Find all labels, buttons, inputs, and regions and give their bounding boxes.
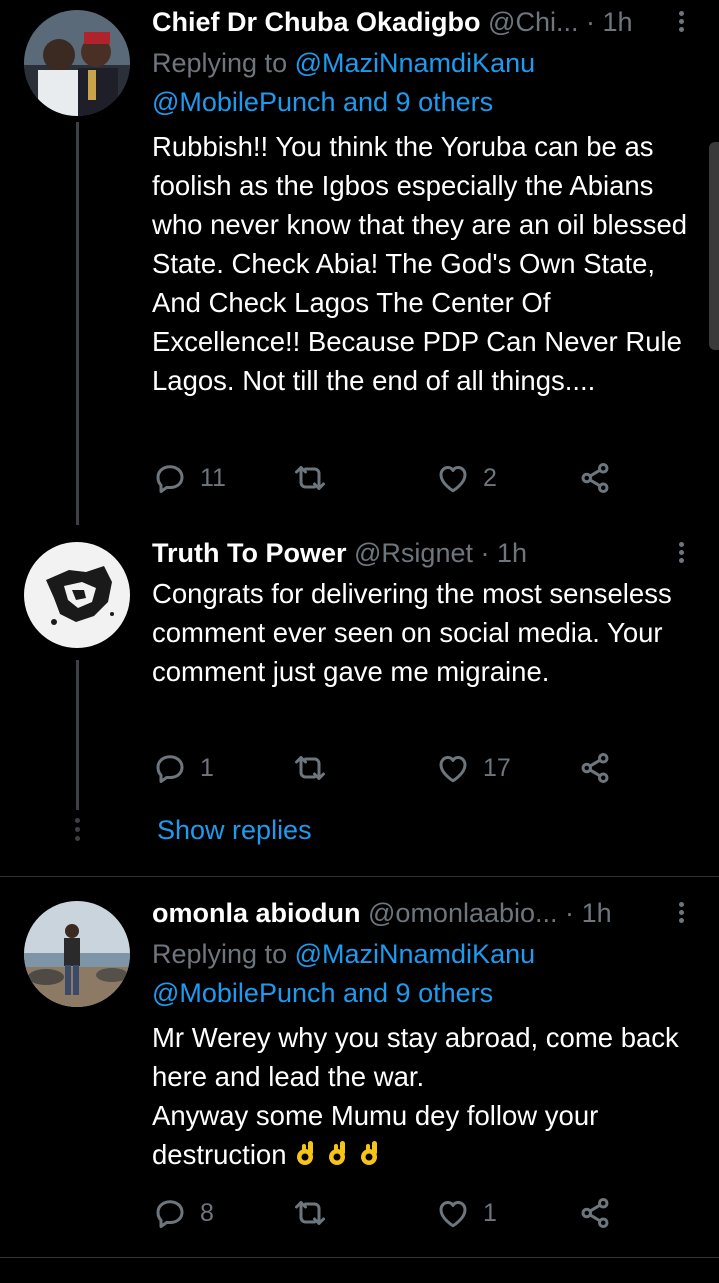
retweet-button[interactable] bbox=[292, 746, 340, 790]
tweet-2[interactable]: Truth To Power @Rsignet · 1h Congrats fo… bbox=[0, 520, 719, 876]
like-button[interactable]: 2 bbox=[435, 456, 497, 500]
divider bbox=[0, 1257, 719, 1258]
share-icon bbox=[581, 753, 609, 783]
thread-continuation-dots bbox=[75, 818, 80, 845]
thread-line bbox=[76, 660, 79, 810]
tweet-header: Chief Dr Chuba Okadigbo @Chi... · 1h bbox=[152, 2, 679, 42]
share-button[interactable] bbox=[577, 456, 613, 500]
timestamp[interactable]: 1h bbox=[582, 898, 612, 928]
timestamp[interactable]: 1h bbox=[603, 7, 633, 37]
separator-dot: · bbox=[480, 538, 490, 568]
heart-icon bbox=[439, 466, 467, 493]
tweet-3[interactable]: omonla abiodun @omonlaabio... · 1h Reply… bbox=[0, 877, 719, 1257]
replying-to: Replying to @MaziNnamdiKanu @MobilePunch… bbox=[152, 935, 692, 1013]
share-icon bbox=[581, 463, 609, 493]
timestamp[interactable]: 1h bbox=[497, 538, 527, 568]
avatar-image bbox=[24, 10, 130, 116]
author-handle[interactable]: @Chi... bbox=[488, 7, 578, 37]
retweet-icon bbox=[295, 1201, 325, 1225]
retweet-button[interactable] bbox=[292, 456, 340, 500]
author-name[interactable]: Chief Dr Chuba Okadigbo bbox=[152, 7, 481, 37]
reply-count: 8 bbox=[200, 1198, 214, 1227]
tweet-header: Truth To Power @Rsignet · 1h bbox=[152, 533, 679, 573]
tweet-text: Rubbish!! You think the Yoruba can be as… bbox=[152, 131, 688, 396]
share-icon bbox=[581, 1198, 609, 1228]
reply-count: 1 bbox=[200, 753, 214, 782]
avatar[interactable] bbox=[24, 542, 130, 648]
separator-dot: · bbox=[565, 898, 575, 928]
tweet-text-content: Mr Werey why you stay abroad, come back … bbox=[152, 1022, 679, 1170]
replying-to-label: Replying to bbox=[152, 48, 288, 78]
avatar[interactable] bbox=[24, 10, 130, 116]
more-vertical-icon[interactable] bbox=[673, 539, 689, 569]
separator-dot: · bbox=[585, 7, 595, 37]
like-button[interactable]: 1 bbox=[435, 1191, 497, 1235]
more-vertical-icon[interactable] bbox=[673, 8, 689, 38]
like-button[interactable]: 17 bbox=[435, 746, 511, 790]
like-count: 2 bbox=[483, 463, 497, 492]
retweet-icon bbox=[295, 466, 325, 490]
tweet-actions: 8 1 bbox=[152, 1191, 632, 1235]
retweet-icon bbox=[295, 756, 325, 780]
reply-button[interactable]: 8 bbox=[152, 1191, 214, 1235]
share-button[interactable] bbox=[577, 746, 613, 790]
tweet-text: Congrats for delivering the most sensele… bbox=[152, 578, 672, 687]
tweet-header: omonla abiodun @omonlaabio... · 1h bbox=[152, 893, 679, 933]
reply-icon bbox=[156, 465, 184, 493]
author-name[interactable]: omonla abiodun bbox=[152, 898, 361, 928]
tweet-1[interactable]: Chief Dr Chuba Okadigbo @Chi... · 1h Rep… bbox=[0, 0, 719, 525]
reply-button[interactable]: 1 bbox=[152, 746, 214, 790]
reply-handle-link[interactable]: @MaziNnamdiKanu bbox=[295, 48, 536, 78]
like-count: 17 bbox=[483, 753, 511, 782]
more-vertical-icon[interactable] bbox=[673, 899, 689, 929]
ok-hand-emoji bbox=[287, 1139, 383, 1170]
avatar-image bbox=[24, 901, 130, 1007]
share-button[interactable] bbox=[577, 1191, 613, 1235]
thread-line bbox=[76, 122, 79, 525]
heart-icon bbox=[439, 756, 467, 783]
like-count: 1 bbox=[483, 1198, 497, 1227]
tweet-actions: 1 17 bbox=[152, 746, 632, 790]
reply-icon bbox=[156, 755, 184, 783]
tweet-actions: 11 2 bbox=[152, 456, 632, 500]
reply-button[interactable]: 11 bbox=[152, 456, 226, 500]
reply-others-link[interactable]: @MobilePunch and 9 others bbox=[152, 978, 493, 1008]
heart-icon bbox=[439, 1201, 467, 1228]
scrollbar-thumb[interactable] bbox=[709, 142, 719, 350]
author-handle[interactable]: @omonlaabio... bbox=[368, 898, 558, 928]
reply-count: 11 bbox=[200, 463, 226, 492]
replying-to-label: Replying to bbox=[152, 939, 288, 969]
retweet-button[interactable] bbox=[292, 1191, 340, 1235]
reply-others-link[interactable]: @MobilePunch and 9 others bbox=[152, 87, 493, 117]
author-name[interactable]: Truth To Power bbox=[152, 538, 347, 568]
reply-handle-link[interactable]: @MaziNnamdiKanu bbox=[295, 939, 536, 969]
replying-to: Replying to @MaziNnamdiKanu @MobilePunch… bbox=[152, 44, 692, 122]
avatar[interactable] bbox=[24, 901, 130, 1007]
show-replies-link[interactable]: Show replies bbox=[157, 810, 312, 850]
reply-icon bbox=[156, 1200, 184, 1228]
author-handle[interactable]: @Rsignet bbox=[354, 538, 473, 568]
avatar-image bbox=[24, 542, 130, 648]
tweet-text: Mr Werey why you stay abroad, come back … bbox=[152, 1018, 702, 1174]
